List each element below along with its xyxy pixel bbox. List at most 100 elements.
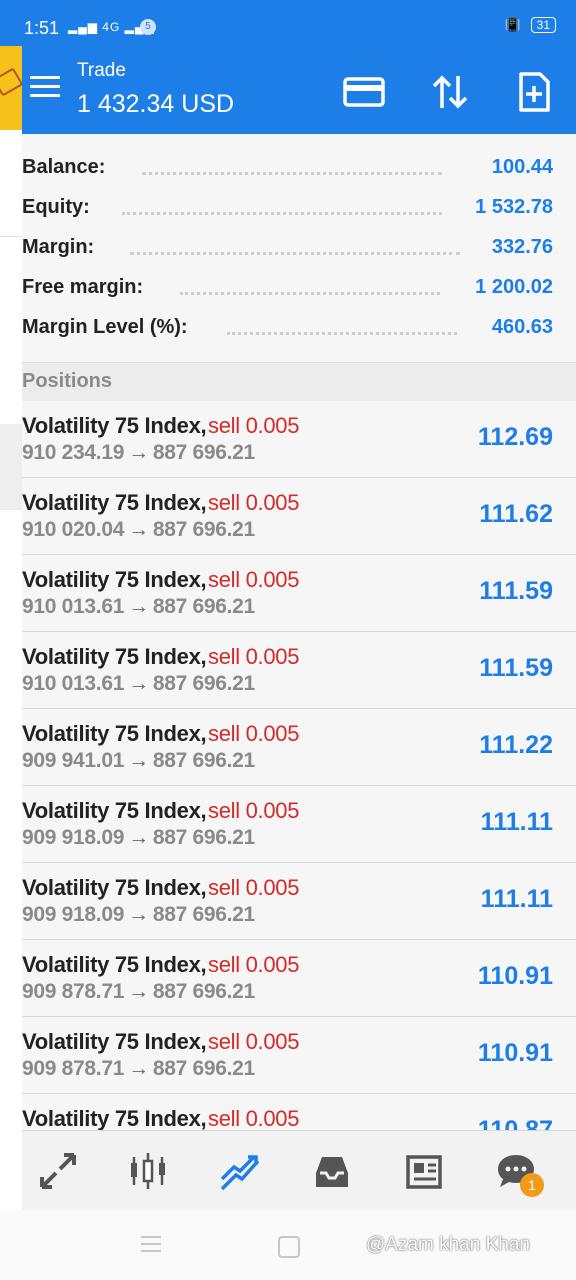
app-root: 1:51 ▂▄▆ 4G ▂▄▆ 5 📳 31 Trade 1 432.34 US… bbox=[0, 0, 576, 1280]
home-icon[interactable] bbox=[278, 1236, 300, 1258]
quotes-icon[interactable] bbox=[36, 1149, 80, 1193]
bottom-nav: 1 bbox=[22, 1130, 576, 1211]
open-price: 909 918.09 bbox=[22, 903, 125, 926]
position-symbol: Volatility 75 Index, bbox=[22, 798, 207, 823]
page-title: Trade bbox=[77, 60, 126, 81]
position-profit: 110.91 bbox=[477, 962, 553, 990]
position-row[interactable]: Volatility 75 Index, sell 0.005 910 234.19… bbox=[22, 401, 576, 478]
dot-leader bbox=[122, 212, 442, 219]
vibrate-icon: 📳 bbox=[504, 17, 521, 32]
position-profit: 110.87 bbox=[477, 1116, 553, 1130]
position-side: sell 0.005 bbox=[208, 952, 300, 977]
network-type: 4G bbox=[102, 20, 121, 34]
news-icon[interactable] bbox=[402, 1149, 446, 1193]
position-profit: 110.91 bbox=[477, 1039, 553, 1067]
position-prices: 909 941.01 → 887 696.21 bbox=[22, 749, 255, 773]
open-price: 909 941.01 bbox=[22, 749, 125, 772]
current-price: 887 696.21 bbox=[152, 826, 255, 849]
open-price: 909 918.09 bbox=[22, 826, 125, 849]
left-drawer-edge bbox=[0, 46, 22, 1210]
position-profit: 111.11 bbox=[480, 885, 553, 913]
position-row[interactable]: Volatility 75 Index, sell 0.005 909 918.09… bbox=[22, 863, 576, 940]
positions-list: Volatility 75 Index, sell 0.005 910 234.19… bbox=[22, 401, 576, 1130]
dot-leader bbox=[227, 332, 457, 339]
position-side: sell 0.005 bbox=[208, 721, 300, 746]
price-arrow: → bbox=[128, 518, 149, 541]
position-row[interactable]: Volatility 75 Index, sell 0.005 910 013.61… bbox=[22, 632, 576, 709]
price-arrow: → bbox=[128, 672, 149, 695]
position-symbol: Volatility 75 Index, bbox=[22, 952, 207, 977]
status-right: 📳 31 bbox=[504, 17, 556, 33]
trade-icon[interactable] bbox=[218, 1149, 262, 1193]
position-prices: 909 878.71 → 887 696.21 bbox=[22, 980, 255, 1004]
summary-value: 100.44 bbox=[491, 156, 553, 178]
current-price: 887 696.21 bbox=[152, 595, 255, 618]
price-arrow: → bbox=[128, 980, 149, 1003]
position-profit: 112.69 bbox=[477, 423, 553, 451]
summary-row-free-margin: Free margin: 1 200.02 bbox=[22, 268, 576, 308]
chat-unread-badge: 1 bbox=[520, 1173, 544, 1197]
summary-label: Free margin: bbox=[22, 276, 144, 298]
current-price: 887 696.21 bbox=[152, 441, 255, 464]
open-price: 909 878.71 bbox=[22, 980, 125, 1003]
position-row[interactable]: Volatility 75 Index, sell 0.005 909 918.09… bbox=[22, 786, 576, 863]
position-prices: 910 020.04 → 887 696.21 bbox=[22, 518, 255, 542]
history-icon[interactable] bbox=[310, 1149, 354, 1193]
summary-label: Balance: bbox=[22, 156, 106, 178]
status-bar: 1:51 ▂▄▆ 4G ▂▄▆ 5 📳 31 bbox=[0, 0, 576, 46]
open-price: 909 878.71 bbox=[22, 1057, 125, 1080]
summary-value: 1 532.78 bbox=[475, 196, 553, 218]
notification-count-badge: 5 bbox=[140, 19, 156, 35]
price-arrow: → bbox=[128, 903, 149, 926]
credit-card-icon[interactable] bbox=[342, 70, 386, 114]
position-side: sell 0.005 bbox=[208, 490, 300, 515]
position-profit: 111.11 bbox=[480, 808, 553, 836]
position-profit: 111.62 bbox=[479, 500, 553, 528]
menu-icon[interactable] bbox=[30, 76, 60, 98]
summary-label: Margin: bbox=[22, 236, 95, 258]
summary-label: Equity: bbox=[22, 196, 90, 218]
position-row[interactable]: Volatility 75 Index, sell 0.005 909 878.71… bbox=[22, 1017, 576, 1094]
position-symbol: Volatility 75 Index, bbox=[22, 875, 207, 900]
dot-leader bbox=[142, 172, 442, 179]
position-symbol: Volatility 75 Index, bbox=[22, 644, 207, 669]
position-row[interactable]: Volatility 75 Index, sell 0.005 909 878.71… bbox=[22, 940, 576, 1017]
position-row[interactable]: Volatility 75 Index, sell 0.005 909 941.01… bbox=[22, 709, 576, 786]
position-side: sell 0.005 bbox=[208, 1029, 300, 1054]
price-arrow: → bbox=[128, 749, 149, 772]
position-side: sell 0.005 bbox=[208, 567, 300, 592]
position-side: sell 0.005 bbox=[208, 875, 300, 900]
recent-apps-icon[interactable] bbox=[141, 1236, 161, 1254]
current-price: 887 696.21 bbox=[152, 672, 255, 695]
summary-row-balance: Balance: 100.44 bbox=[22, 148, 576, 188]
position-row[interactable]: Volatility 75 Index, sell 0.005 910 013.61… bbox=[22, 555, 576, 632]
summary-row-margin-level: Margin Level (%): 460.63 bbox=[22, 308, 576, 348]
drawer-tab[interactable] bbox=[0, 424, 22, 510]
position-symbol: Volatility 75 Index, bbox=[22, 721, 207, 746]
promo-corner-icon[interactable] bbox=[0, 46, 22, 130]
position-prices: 910 234.19 → 887 696.21 bbox=[22, 441, 255, 465]
sort-arrows-icon[interactable] bbox=[428, 70, 472, 114]
chart-icon[interactable] bbox=[126, 1149, 170, 1193]
open-price: 910 234.19 bbox=[22, 441, 125, 464]
open-price: 910 013.61 bbox=[22, 672, 125, 695]
summary-value: 332.76 bbox=[491, 236, 553, 258]
current-price: 887 696.21 bbox=[152, 518, 255, 541]
position-side: sell 0.005 bbox=[208, 798, 300, 823]
position-prices: 909 878.71 → 887 696.21 bbox=[22, 1057, 255, 1081]
position-prices: 910 013.61 → 887 696.21 bbox=[22, 672, 255, 696]
price-arrow: → bbox=[128, 595, 149, 618]
position-row[interactable]: Volatility 75 Index, sell 0.005 910 020.04… bbox=[22, 478, 576, 555]
position-symbol: Volatility 75 Index, bbox=[22, 1029, 207, 1054]
current-price: 887 696.21 bbox=[152, 749, 255, 772]
price-arrow: → bbox=[128, 826, 149, 849]
position-symbol: Volatility 75 Index, bbox=[22, 1106, 207, 1130]
price-arrow: → bbox=[128, 1057, 149, 1080]
position-prices: 909 918.09 → 887 696.21 bbox=[22, 903, 255, 927]
summary-row-equity: Equity: 1 532.78 bbox=[22, 188, 576, 228]
system-nav-bar: @Azam khan Khan bbox=[0, 1210, 576, 1280]
open-price: 910 020.04 bbox=[22, 518, 125, 541]
position-row[interactable]: Volatility 75 Index, sell 0.005 110.87 bbox=[22, 1094, 576, 1130]
battery-icon: 31 bbox=[530, 17, 556, 33]
new-order-icon[interactable] bbox=[512, 70, 556, 114]
